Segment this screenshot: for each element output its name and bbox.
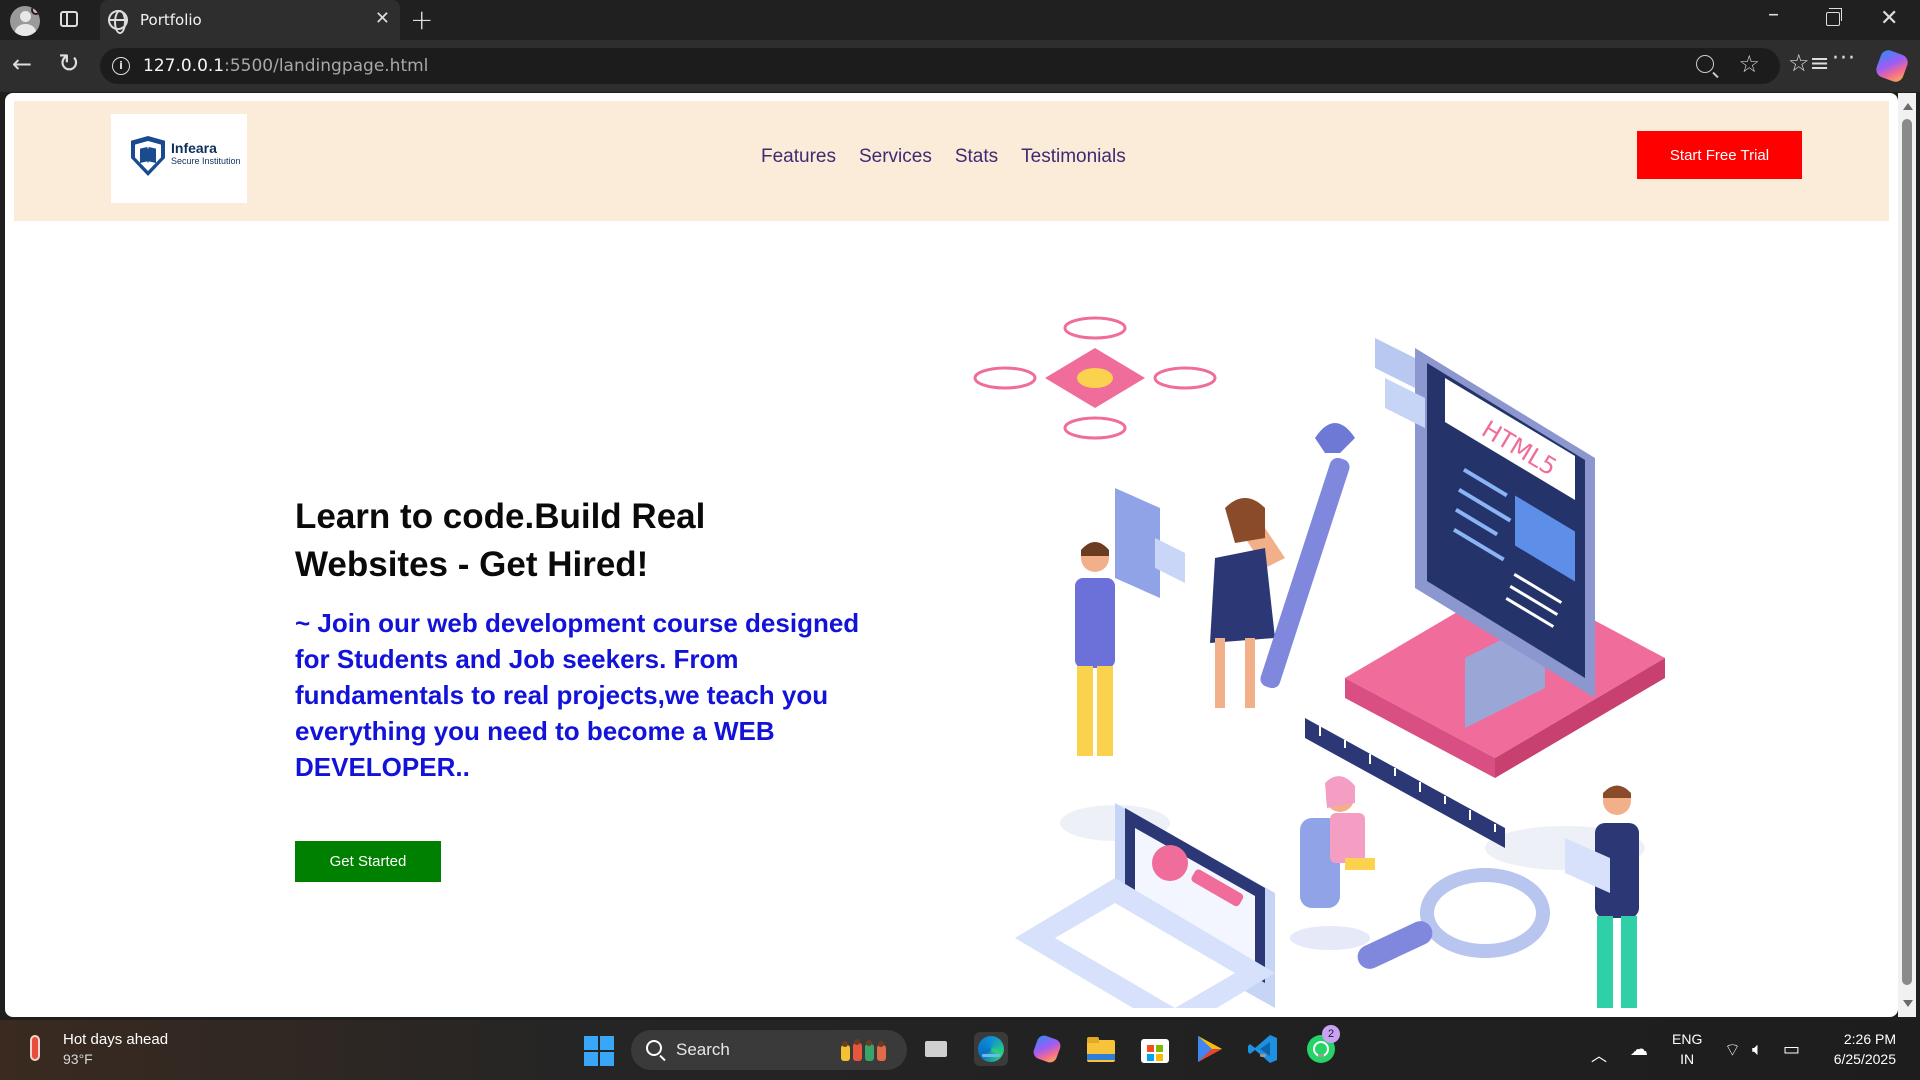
url-path: :5500/landingpage.html: [224, 56, 429, 76]
new-tab-icon[interactable]: +: [410, 3, 433, 36]
weather-temp[interactable]: 93°F: [63, 1051, 93, 1067]
logo-name: Infeara: [171, 140, 217, 156]
onedrive-icon[interactable]: ☁: [1630, 1039, 1648, 1060]
restore-icon[interactable]: [1826, 8, 1842, 26]
whatsapp-notification-badge: 2: [1322, 1025, 1340, 1043]
region-code: IN: [1680, 1051, 1695, 1067]
edge-active-indicator: [982, 1054, 1000, 1057]
url-text[interactable]: 127.0.0.1:5500/landingpage.html: [143, 56, 428, 76]
site-nav: Features Services Stats Testimonials: [761, 146, 1126, 168]
get-started-button[interactable]: Get Started: [295, 841, 441, 882]
site-header: Infeara Secure Institution Features Serv…: [14, 101, 1889, 221]
scroll-thumb[interactable]: [1902, 119, 1912, 985]
browser-title-bar: Portfolio ✕ + – ✕: [0, 0, 1920, 40]
copilot-icon[interactable]: [1874, 48, 1910, 84]
search-icon: [646, 1040, 662, 1056]
reload-icon[interactable]: ↻: [58, 49, 80, 79]
tab-title: Portfolio: [140, 11, 202, 29]
hero-description: ~ Join our web development course design…: [295, 608, 860, 782]
tab-close-icon[interactable]: ✕: [375, 8, 390, 29]
taskbar-search[interactable]: Search: [631, 1030, 907, 1070]
hero-title: Learn to code.Build Real Websites - Get …: [295, 497, 706, 584]
nav-link-services[interactable]: Services: [859, 146, 932, 168]
browser-toolbar: ← ↻ i 127.0.0.1:5500/landingpage.html ☆ …: [0, 40, 1920, 92]
thermometer-icon[interactable]: [30, 1035, 40, 1061]
weather-title[interactable]: Hot days ahead: [63, 1031, 168, 1048]
nav-link-testimonials[interactable]: Testimonials: [1021, 146, 1126, 168]
site-logo[interactable]: Infeara Secure Institution: [111, 114, 247, 203]
search-highlight-icon: [841, 1039, 886, 1061]
windows-start-icon[interactable]: [584, 1036, 614, 1066]
logo-tagline: Secure Institution: [171, 156, 241, 166]
url-host: 127.0.0.1: [143, 56, 225, 76]
favorites-icon[interactable]: ☆≡: [1788, 49, 1830, 77]
vscode-icon[interactable]: [1246, 1032, 1280, 1066]
taskbar: Hot days ahead 93°F Search 2 ︿ ☁ ENG IN …: [0, 1020, 1920, 1080]
play-store-icon[interactable]: [1192, 1032, 1226, 1066]
page-viewport: Infeara Secure Institution Features Serv…: [5, 93, 1898, 1017]
globe-icon: [108, 10, 128, 34]
battery-icon[interactable]: ▭: [1783, 1039, 1800, 1060]
window-close-icon[interactable]: ✕: [1880, 6, 1898, 31]
clock-time: 2:26 PM: [1843, 1031, 1896, 1047]
nav-link-features[interactable]: Features: [761, 146, 836, 168]
file-explorer-icon[interactable]: [1084, 1032, 1118, 1066]
show-hidden-icons-icon[interactable]: ︿: [1591, 1042, 1607, 1066]
favorite-star-icon[interactable]: ☆: [1738, 50, 1760, 78]
address-bar[interactable]: i 127.0.0.1:5500/landingpage.html ☆: [100, 48, 1780, 84]
tab-actions-icon[interactable]: [60, 11, 78, 27]
zoom-out-icon[interactable]: [1696, 55, 1714, 73]
edge-icon[interactable]: [974, 1032, 1008, 1066]
volume-icon[interactable]: 🔈︎: [1752, 1039, 1763, 1060]
wifi-icon[interactable]: ⌔: [1724, 1039, 1741, 1062]
task-view-icon[interactable]: [920, 1032, 954, 1066]
nav-link-stats[interactable]: Stats: [955, 146, 998, 168]
page-scrollbar[interactable]: [1898, 93, 1916, 1017]
vscode-running-indicator: [1260, 1054, 1266, 1057]
search-label: Search: [676, 1040, 730, 1059]
tab-portfolio[interactable]: Portfolio ✕: [100, 0, 400, 40]
more-icon[interactable]: ···: [1832, 46, 1856, 71]
copilot-app-icon[interactable]: [1030, 1032, 1064, 1066]
info-icon[interactable]: i: [112, 57, 130, 75]
system-clock[interactable]: 2:26 PM 6/25/2025: [1820, 1029, 1896, 1069]
language-code: ENG: [1672, 1031, 1703, 1047]
start-free-trial-button[interactable]: Start Free Trial: [1637, 131, 1802, 179]
scroll-up-icon[interactable]: [1903, 103, 1913, 110]
scroll-down-icon[interactable]: [1903, 1000, 1913, 1007]
clock-date: 6/25/2025: [1833, 1051, 1896, 1067]
language-indicator[interactable]: ENG IN: [1672, 1029, 1702, 1069]
microsoft-store-icon[interactable]: [1138, 1032, 1172, 1066]
whatsapp-running-indicator: [1318, 1054, 1324, 1057]
minimize-icon[interactable]: –: [1768, 2, 1779, 27]
profile-icon[interactable]: [10, 6, 40, 36]
web-development-illustration: HTML5: [973, 316, 1665, 1008]
back-icon[interactable]: ←: [12, 50, 32, 78]
